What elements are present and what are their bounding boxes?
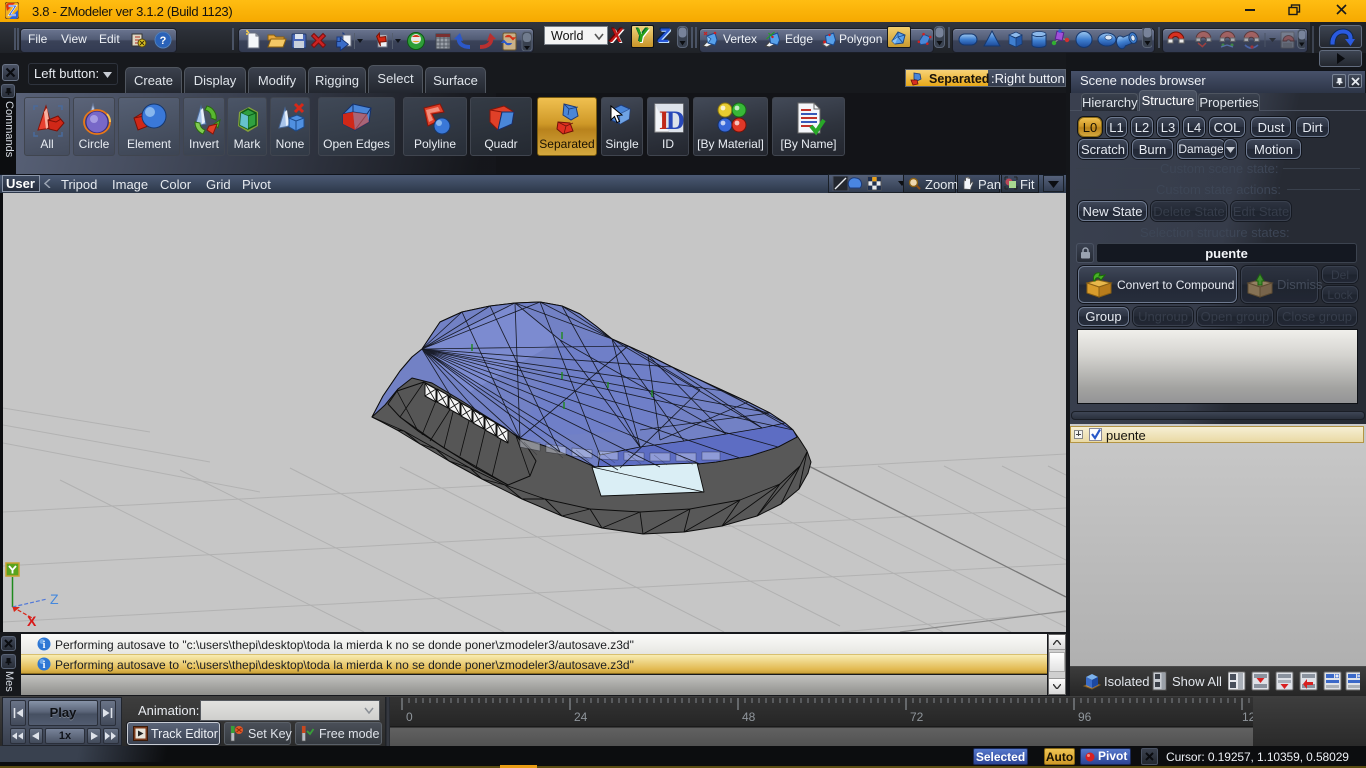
svg-text:i: i xyxy=(43,640,46,651)
svg-text:Z: Z xyxy=(50,591,59,607)
svg-text:12: 12 xyxy=(1242,710,1253,724)
svg-text:D: D xyxy=(666,106,685,135)
svg-text:24: 24 xyxy=(574,710,588,724)
svg-text:0: 0 xyxy=(406,710,413,724)
svg-text:96: 96 xyxy=(1078,710,1092,724)
svg-text:i: i xyxy=(43,660,46,671)
svg-text:72: 72 xyxy=(910,710,924,724)
svg-text:48: 48 xyxy=(742,710,756,724)
svg-text:X: X xyxy=(27,613,37,629)
svg-text:?: ? xyxy=(160,35,167,47)
